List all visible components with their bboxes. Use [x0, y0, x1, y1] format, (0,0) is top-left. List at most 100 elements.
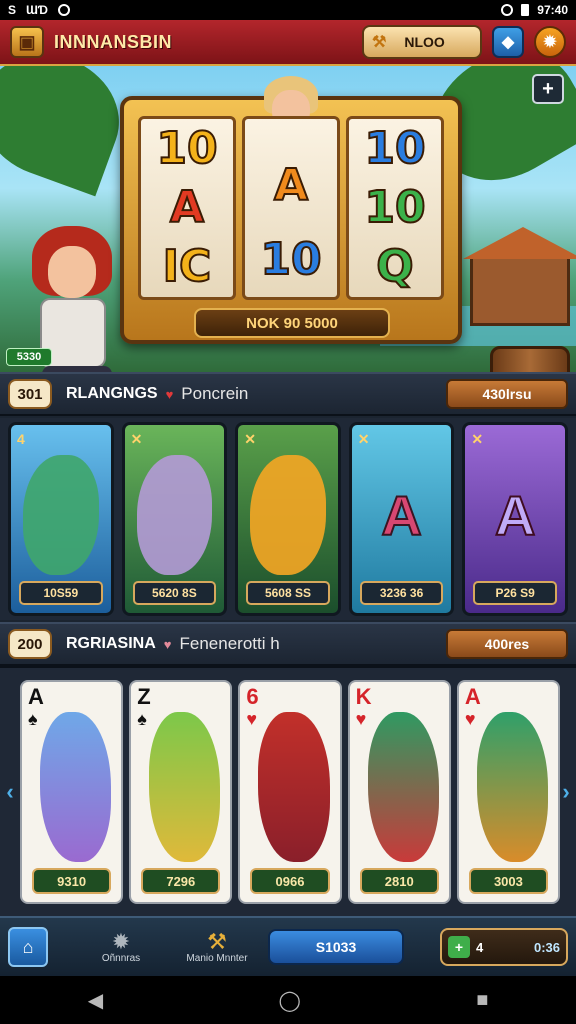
- playing-card[interactable]: Z ♠ 7296: [129, 680, 233, 904]
- card-label: 5620 8S: [132, 581, 217, 605]
- status-alarm-icon: [57, 4, 70, 16]
- gear-icon: ✹: [111, 928, 131, 954]
- reel-symbol: 10: [363, 181, 426, 233]
- playing-card[interactable]: A ♠ 9310: [20, 680, 124, 904]
- reel-symbol: A: [169, 181, 205, 233]
- back-icon[interactable]: ◀: [88, 988, 103, 1013]
- balance-value: 0:36: [533, 939, 560, 955]
- scroll-right-arrow[interactable]: ›: [558, 778, 574, 806]
- card-badge: ✕: [244, 431, 256, 447]
- play-button[interactable]: S1033: [268, 929, 404, 965]
- home-icon: ⌂: [22, 936, 34, 957]
- balance-box[interactable]: + 4 0:36: [440, 928, 568, 966]
- bottom-item-hammer[interactable]: ⚒ Manio Mnnter: [172, 921, 262, 973]
- game-card[interactable]: 4 10S59: [8, 422, 114, 616]
- tribal-king-art: [367, 712, 439, 862]
- battery-icon: [521, 4, 530, 16]
- playing-card[interactable]: K ♥ 2810: [347, 680, 451, 904]
- card-rank: A: [464, 684, 481, 709]
- recents-icon[interactable]: ■: [476, 989, 488, 1012]
- section-count: 200: [8, 629, 52, 659]
- hammer-icon: ⚒: [372, 34, 387, 51]
- card-label: 7296: [141, 868, 221, 894]
- app-screen: S ƜƊ 97:40 ▣ INNNANSBIN ⚒ NLOO ◆ ✹ + 533…: [0, 0, 576, 1024]
- card-label: 3236 36: [359, 581, 444, 605]
- heart-icon: ♥: [163, 636, 172, 652]
- status-wifi-icon: [501, 4, 514, 16]
- game-card[interactable]: ✕ A 3236 36: [348, 422, 455, 616]
- system-nav-bar: ◀ ◯ ■: [0, 976, 576, 1024]
- section-header-2: 200 RGRIASINA ♥ Fenenerotti h 400res: [0, 622, 576, 666]
- card-badge: ✕: [357, 431, 370, 447]
- section-title: RGRIASINA: [66, 635, 156, 652]
- bottom-bar: ⌂ ✹ Oñnnras ⚒ Manio Mnnter S1033 + 4 0:3…: [0, 916, 576, 976]
- gem-button[interactable]: ◆: [492, 26, 524, 58]
- heart-icon: ♥: [165, 386, 174, 402]
- section-action-button[interactable]: 400res: [446, 629, 568, 659]
- reel-symbol: 10: [363, 122, 426, 174]
- barrel: [490, 346, 570, 372]
- reel-3: 10 10 Q: [346, 116, 444, 300]
- app-title: INNNANSBIN: [54, 31, 173, 52]
- card-letter: A: [494, 483, 536, 548]
- section-count: 301: [8, 379, 52, 409]
- slot-bet-bar[interactable]: NOK 90 5000: [194, 308, 390, 338]
- bottom-item-gear[interactable]: ✹ Oñnnras: [76, 921, 166, 973]
- reel-symbol: A: [273, 160, 309, 211]
- gear-icon: ✹: [543, 34, 557, 51]
- home-button[interactable]: ⌂: [8, 927, 48, 967]
- card-label: 2810: [359, 868, 439, 894]
- goldfish-art: [250, 455, 326, 575]
- playing-card[interactable]: A ♥ 3003: [456, 680, 561, 904]
- section-action-button[interactable]: 430lrsu: [446, 379, 568, 409]
- hammer-icon: ⚒: [207, 928, 227, 954]
- tribal-queen-art: [476, 712, 549, 862]
- card-label: 9310: [32, 868, 112, 894]
- status-icon-1: S: [8, 3, 17, 17]
- card-rank: K: [355, 684, 372, 709]
- reel-2: A 10: [242, 116, 340, 300]
- status-bar: S ƜƊ 97:40: [0, 0, 576, 20]
- redhead-art: [258, 712, 330, 862]
- app-header: ▣ INNNANSBIN ⚒ NLOO ◆ ✹: [0, 20, 576, 66]
- status-icon-2: ƜƊ: [26, 3, 48, 17]
- balance-num: 4: [476, 939, 484, 955]
- fish-art: [23, 455, 99, 575]
- home-circle-icon[interactable]: ◯: [278, 988, 300, 1013]
- playing-card[interactable]: 6 ♥ 0966: [238, 680, 342, 904]
- card-badge: 4: [17, 431, 25, 447]
- game-card[interactable]: ✕ A P26 S9: [462, 422, 568, 616]
- status-time: 97:40: [537, 3, 568, 17]
- heart-icon: ♥: [464, 709, 476, 729]
- section-subtitle: Fenenerotti h: [179, 634, 280, 653]
- fish-art: [136, 455, 213, 575]
- section-subtitle: Poncrein: [181, 384, 249, 403]
- mermaid-art: [40, 712, 112, 862]
- plus-icon: +: [542, 77, 554, 100]
- coin-balance[interactable]: ⚒ NLOO: [362, 25, 482, 59]
- card-rank: Z: [137, 684, 151, 709]
- spade-icon: ♠: [28, 709, 38, 729]
- chest-icon[interactable]: ▣: [10, 26, 44, 58]
- game-card[interactable]: ✕ 5620 8S: [121, 422, 228, 616]
- level-chip: 5330: [6, 348, 52, 366]
- bottom-item-label: Oñnnras: [101, 952, 141, 964]
- game-card-row: 4 10S59 ✕ 5620 8S ✕ 5608 SS ✕ A 3236 36 …: [0, 418, 576, 620]
- card-label: 0966: [250, 868, 330, 894]
- card-label: 5608 SS: [246, 581, 330, 605]
- card-label: 10S59: [19, 581, 103, 605]
- spade-icon: ♠: [137, 709, 147, 729]
- scroll-left-arrow[interactable]: ‹: [2, 778, 18, 806]
- bottom-item-label: Manio Mnnter: [186, 952, 248, 964]
- game-card[interactable]: ✕ 5608 SS: [235, 422, 341, 616]
- plus-icon: +: [448, 936, 470, 958]
- section-title: RLANGNGS: [66, 385, 158, 402]
- slot-machine[interactable]: 10 A IC A 10 10 10 Q NOK 90 5000: [120, 76, 462, 344]
- add-button[interactable]: +: [532, 74, 564, 104]
- card-rank: A: [28, 684, 44, 709]
- reel-symbol: IC: [162, 241, 213, 293]
- playing-card-row: ‹ A ♠ 9310 Z ♠ 7296 6 ♥ 0966 K ♥ 2810 A …: [0, 666, 576, 916]
- heart-icon: ♥: [355, 709, 367, 729]
- card-badge: ✕: [471, 431, 484, 447]
- settings-button[interactable]: ✹: [534, 26, 566, 58]
